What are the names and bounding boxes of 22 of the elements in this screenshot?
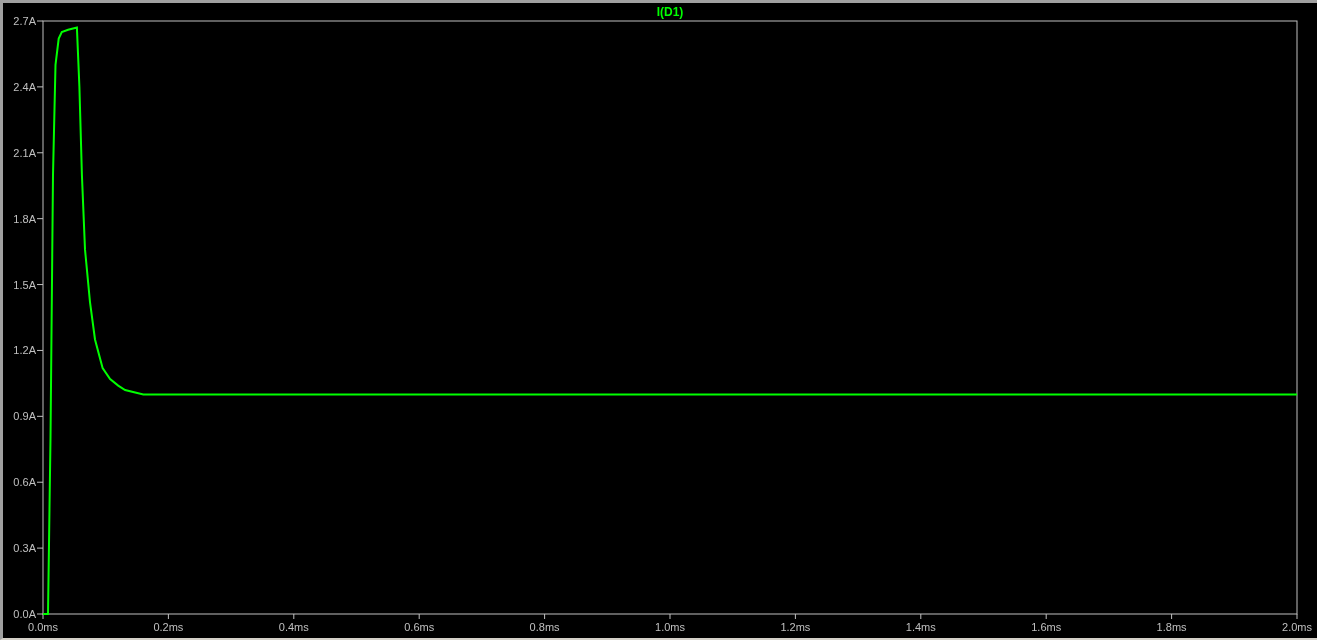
x-tick-label: 1.0ms [655,621,685,633]
y-tick-label: 2.1A [13,146,36,159]
x-tick-label: 0.0ms [28,621,58,633]
y-tick-label: 1.8A [13,212,36,225]
y-tick-label: 0.9A [13,410,36,423]
y-tick-label: 0.6A [13,476,36,489]
x-tick-label: 0.8ms [529,621,560,633]
x-tick-label: 0.4ms [278,621,309,633]
y-tick-label: 2.7A [13,15,36,27]
x-tick-label: 1.8ms [1156,621,1187,633]
x-tick-label: 0.6ms [404,621,435,633]
y-tick-label: 1.2A [13,344,36,357]
y-tick-label: 2.4A [13,80,36,93]
x-tick-label: 1.2ms [780,621,811,633]
x-tick-label: 1.4ms [905,621,936,633]
x-tick-label: 0.2ms [153,621,184,633]
trace-label[interactable]: I(D1) [656,5,684,19]
y-tick-label: 0.3A [13,542,36,555]
x-tick-label: 1.6ms [1031,621,1062,633]
y-tick-label: 0.0A [13,608,36,620]
x-tick-label: 2.0ms [1282,621,1312,633]
y-tick-label: 1.5A [13,278,36,291]
